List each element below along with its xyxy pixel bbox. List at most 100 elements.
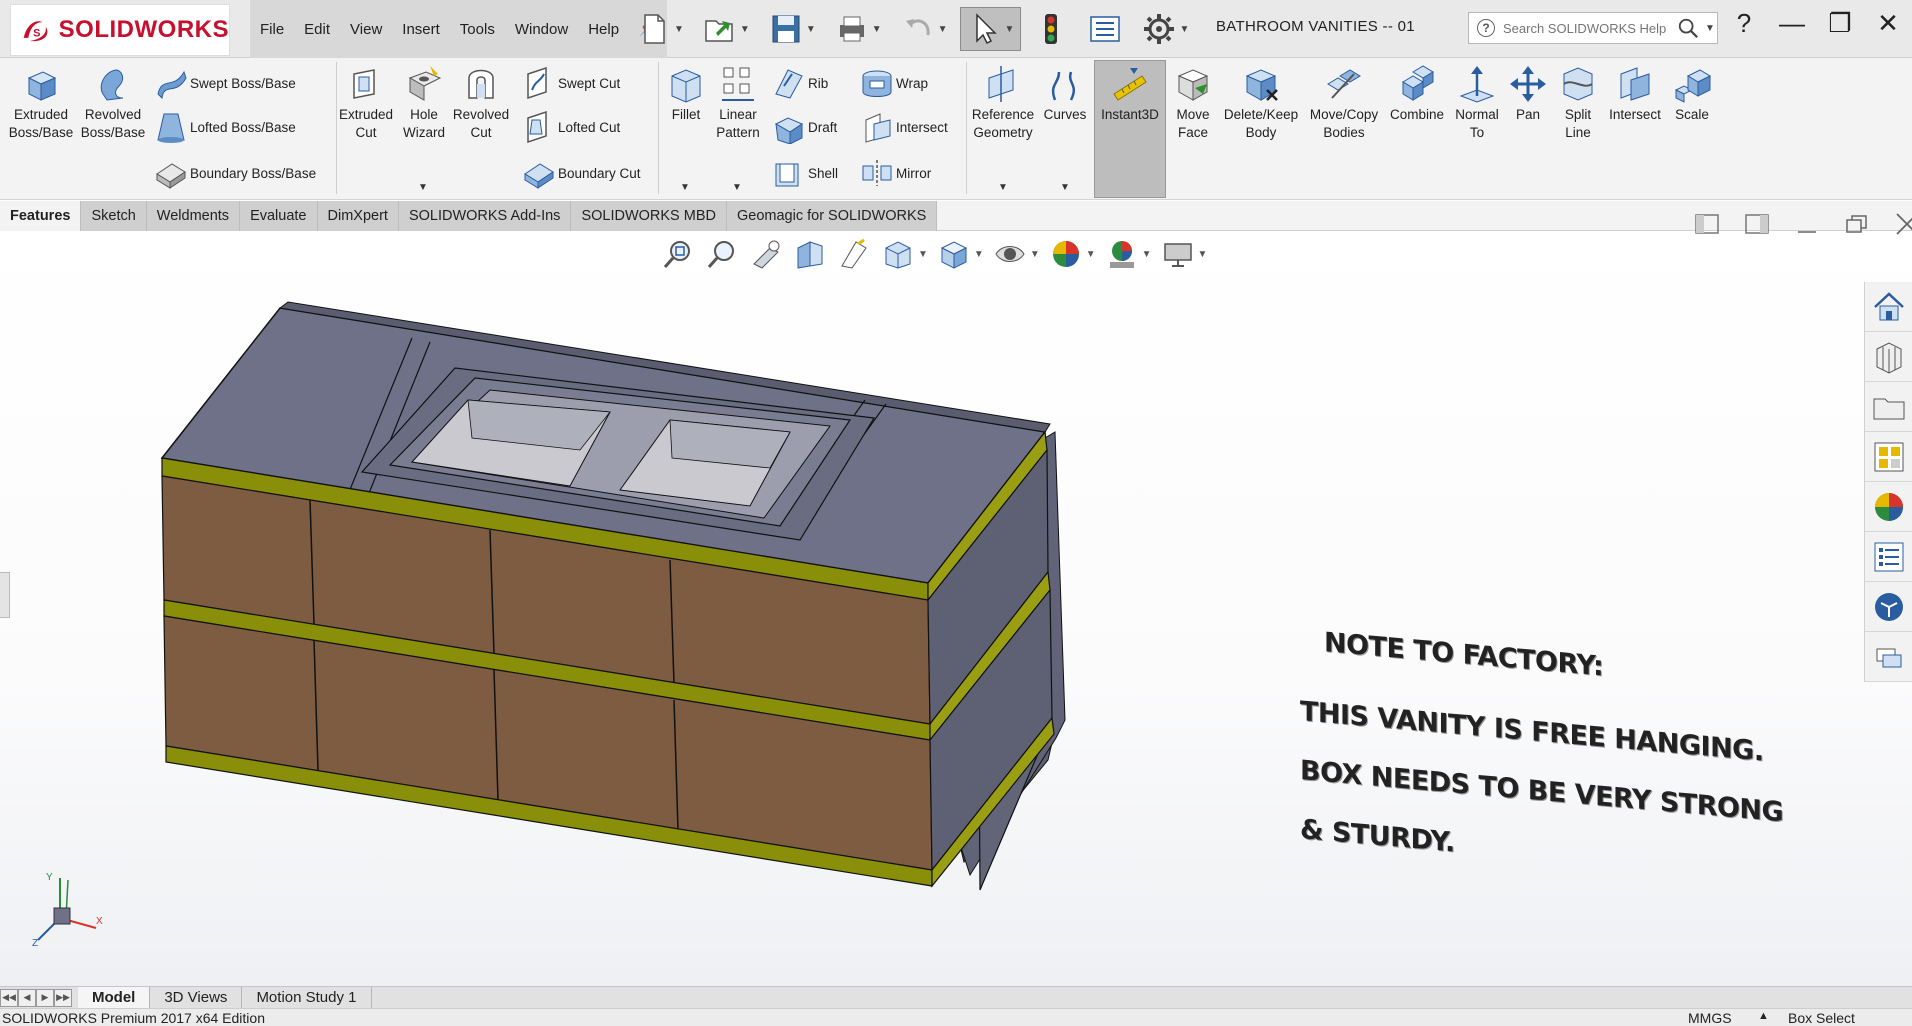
task-pane-appearances[interactable] <box>1864 482 1912 532</box>
chevron-down-icon[interactable]: ▼ <box>674 24 684 35</box>
intersect-feature-button[interactable]: Intersect <box>860 110 948 144</box>
swept-cut-button[interactable]: Swept Cut <box>522 66 620 100</box>
section-view-button[interactable] <box>792 236 828 272</box>
hide-show-items-button[interactable] <box>992 236 1028 272</box>
task-pane-file-explorer[interactable] <box>1864 382 1912 432</box>
zoom-to-area-button[interactable] <box>704 236 740 272</box>
view-settings-button[interactable] <box>1160 236 1196 272</box>
prev-tab-arrow-icon[interactable]: ◀ <box>18 988 36 1007</box>
edit-appearance-button[interactable] <box>1048 236 1084 272</box>
extruded-boss-button[interactable]: Extruded Boss/Base <box>8 64 74 142</box>
print-button[interactable]: ▼ <box>828 7 888 51</box>
display-style-button[interactable] <box>936 236 972 272</box>
task-pane-design-library[interactable] <box>1864 332 1912 382</box>
first-tab-arrow-icon[interactable]: ◀◀ <box>0 988 18 1007</box>
open-document-button[interactable]: ▼ <box>696 7 756 51</box>
chevron-down-icon[interactable]: ▼ <box>1198 249 1208 260</box>
file-properties-button[interactable] <box>1081 7 1129 51</box>
save-button[interactable]: ▼ <box>762 7 822 51</box>
tab-model[interactable]: Model <box>78 986 151 1009</box>
tab-evaluate[interactable]: Evaluate <box>240 201 318 231</box>
menu-view[interactable]: View <box>350 21 382 38</box>
help-menu-button[interactable]: ? <box>1730 8 1758 39</box>
task-pane-chat[interactable] <box>1864 632 1912 682</box>
chevron-down-icon[interactable]: ▼ <box>998 182 1008 193</box>
previous-view-button[interactable] <box>748 236 784 272</box>
chevron-down-icon[interactable]: ▼ <box>806 24 816 35</box>
revolved-boss-button[interactable]: Revolved Boss/Base <box>78 64 148 142</box>
intersect-button[interactable]: Intersect <box>1604 64 1666 124</box>
hole-wizard-button[interactable]: Hole Wizard <box>398 64 450 142</box>
vanity-3d-model[interactable] <box>150 290 1180 900</box>
lofted-boss-button[interactable]: Lofted Boss/Base <box>154 110 296 144</box>
menu-edit[interactable]: Edit <box>304 21 330 38</box>
zoom-to-fit-button[interactable] <box>660 236 696 272</box>
tab-motion-study-1[interactable]: Motion Study 1 <box>242 986 372 1009</box>
tab-dimxpert[interactable]: DimXpert <box>317 201 399 231</box>
fillet-button[interactable]: Fillet <box>666 64 706 124</box>
normal-to-button[interactable]: Normal To <box>1452 64 1502 142</box>
chevron-down-icon[interactable]: ▼ <box>1005 24 1015 35</box>
viewport-restore-icon[interactable] <box>1844 212 1870 236</box>
swept-boss-button[interactable]: Swept Boss/Base <box>154 66 296 100</box>
split-line-button[interactable]: Split Line <box>1554 64 1602 142</box>
chevron-down-icon[interactable]: ▼ <box>418 182 428 193</box>
close-button[interactable]: ✕ <box>1874 8 1902 39</box>
tab-features[interactable]: Features <box>0 201 82 231</box>
chevron-down-icon[interactable]: ▼ <box>740 24 750 35</box>
move-face-button[interactable]: Move Face <box>1170 64 1216 142</box>
chevron-down-icon[interactable]: ▼ <box>918 249 928 260</box>
tab-solidworks-add-ins[interactable]: SOLIDWORKS Add-Ins <box>398 201 572 231</box>
tab-geomagic[interactable]: Geomagic for SOLIDWORKS <box>726 201 938 231</box>
new-document-button[interactable]: ▼ <box>630 7 690 51</box>
viewport-close-icon[interactable] <box>1894 212 1912 236</box>
lofted-cut-button[interactable]: Lofted Cut <box>522 110 620 144</box>
tab-sketch[interactable]: Sketch <box>81 201 147 231</box>
linear-pattern-button[interactable]: Linear Pattern <box>712 64 764 142</box>
combine-button[interactable]: Combine <box>1386 64 1448 124</box>
view-orientation-button[interactable] <box>880 236 916 272</box>
viewport-minimize-icon[interactable] <box>1794 212 1820 236</box>
extruded-cut-button[interactable]: Extruded Cut <box>338 64 394 142</box>
tab-weldments[interactable]: Weldments <box>146 201 241 231</box>
curves-button[interactable]: Curves <box>1042 64 1088 124</box>
select-button[interactable]: ▼ <box>959 7 1022 51</box>
dynamic-annotation-button[interactable] <box>836 236 872 272</box>
chevron-down-icon[interactable]: ▼ <box>938 24 948 35</box>
scale-button[interactable]: Scale <box>1670 64 1714 124</box>
status-units[interactable]: MMGS <box>1688 1010 1732 1026</box>
delete-keep-body-button[interactable]: Delete/Keep Body <box>1220 64 1302 142</box>
task-pane-resources[interactable] <box>1864 282 1912 332</box>
instant3d-tool[interactable]: Instant3D <box>1094 64 1166 124</box>
chevron-down-icon[interactable]: ▼ <box>680 182 690 193</box>
chevron-down-icon[interactable]: ▼ <box>1705 23 1715 34</box>
help-search-input[interactable] <box>1503 20 1673 36</box>
last-tab-arrow-icon[interactable]: ▶▶ <box>54 988 72 1007</box>
next-tab-arrow-icon[interactable]: ▶ <box>36 988 54 1007</box>
apply-scene-button[interactable] <box>1104 236 1140 272</box>
solidworks-logo[interactable]: S SOLIDWORKS <box>10 4 230 56</box>
task-pane-solidworks-forum[interactable] <box>1864 582 1912 632</box>
chevron-down-icon[interactable]: ▼ <box>1060 182 1070 193</box>
boundary-boss-button[interactable]: Boundary Boss/Base <box>154 156 316 190</box>
task-pane-custom-properties[interactable] <box>1864 532 1912 582</box>
pan-button[interactable]: Pan <box>1508 64 1548 124</box>
search-icon[interactable] <box>1673 13 1703 43</box>
task-pane-view-palette[interactable] <box>1864 432 1912 482</box>
chevron-down-icon[interactable]: ▼ <box>732 182 742 193</box>
draft-button[interactable]: Draft <box>772 110 837 144</box>
reference-geometry-button[interactable]: Reference Geometry <box>968 64 1038 142</box>
move-copy-bodies-button[interactable]: Move/Copy Bodies <box>1306 64 1382 142</box>
chevron-down-icon[interactable]: ▼ <box>1086 249 1096 260</box>
shell-button[interactable]: Shell <box>772 156 838 190</box>
chevron-down-icon[interactable]: ▼ <box>1030 249 1040 260</box>
options-button[interactable]: ▼ <box>1135 7 1195 51</box>
revolved-cut-button[interactable]: Revolved Cut <box>452 64 510 142</box>
feature-manager-handle[interactable] <box>0 572 10 618</box>
chevron-down-icon[interactable]: ▼ <box>1179 24 1189 35</box>
boundary-cut-button[interactable]: Boundary Cut <box>522 156 641 190</box>
wrap-button[interactable]: Wrap <box>860 66 928 100</box>
rib-button[interactable]: Rib <box>772 66 828 100</box>
tile-left-icon[interactable] <box>1694 212 1720 236</box>
tab-3d-views[interactable]: 3D Views <box>150 986 243 1009</box>
